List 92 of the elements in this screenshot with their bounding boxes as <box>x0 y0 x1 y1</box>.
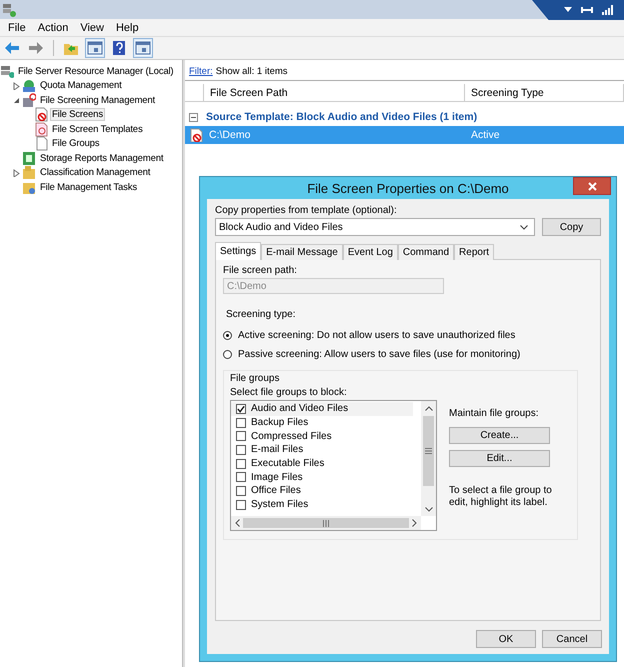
tab[interactable]: Command <box>398 244 454 260</box>
scroll-left-icon <box>235 519 240 527</box>
server-icon <box>0 64 14 79</box>
signal-icon <box>602 5 614 15</box>
tree-item[interactable]: File Screening Management <box>38 94 157 107</box>
dialog-button[interactable]: Cancel <box>542 630 602 648</box>
scroll-down-icon <box>424 507 432 512</box>
maintain-button[interactable]: Edit... <box>449 450 550 467</box>
group-box-title: File groups <box>230 373 280 384</box>
radio-button[interactable] <box>223 331 232 340</box>
column-header[interactable]: File Screen Path <box>204 84 465 101</box>
field-label: Maintain file groups: <box>449 408 540 419</box>
table-cell: Active <box>471 129 500 141</box>
collapse-toggle[interactable] <box>189 112 198 122</box>
caret-icon <box>564 7 572 13</box>
tree-item[interactable]: File Management Tasks <box>38 180 139 194</box>
close-button[interactable] <box>573 177 611 195</box>
tree-item[interactable]: File Server Resource Manager (Local) <box>16 64 176 78</box>
column-header[interactable]: Screening Type <box>465 84 624 101</box>
dropdown-caret-icon <box>520 224 528 230</box>
menu-item[interactable]: View <box>74 22 110 34</box>
menu-item[interactable]: File <box>2 22 32 34</box>
checkbox[interactable] <box>236 458 246 469</box>
pane-icon <box>135 40 151 56</box>
tab[interactable]: Settings <box>215 242 262 260</box>
toolbar-button[interactable] <box>85 38 105 58</box>
checkbox[interactable] <box>236 404 246 414</box>
close-icon <box>588 182 596 190</box>
list-item[interactable]: Executable Files <box>231 456 413 470</box>
page-icon <box>34 136 48 152</box>
folder-icon <box>22 165 36 180</box>
tab[interactable]: Event Log <box>342 244 398 260</box>
blocked-file-icon <box>189 128 203 142</box>
tree-item[interactable]: File Groups <box>50 137 102 150</box>
scroll-up-icon <box>424 406 432 411</box>
list-item[interactable]: Compressed Files <box>231 429 413 444</box>
list-item[interactable]: Office Files <box>231 484 413 498</box>
checkbox[interactable] <box>236 486 246 496</box>
back-arrow-icon <box>4 40 20 56</box>
pane-icon <box>87 40 103 56</box>
blocked-file-icon <box>34 107 48 122</box>
dialog-title: File Screen Properties on C:\Demo <box>307 180 509 196</box>
menu-item[interactable]: Help <box>110 22 145 34</box>
field-label: Select file groups to block: <box>230 387 348 398</box>
template-icon <box>34 122 48 137</box>
toolbar-button[interactable] <box>133 38 153 58</box>
tab[interactable]: Report <box>454 244 494 260</box>
list-item[interactable]: Image Files <box>231 470 413 484</box>
filter-text: Show all: 1 items <box>216 66 288 76</box>
tree-item[interactable]: Classification Management <box>38 166 152 180</box>
template-dropdown[interactable]: Block Audio and Video Files <box>215 218 535 236</box>
grip-icon <box>323 520 329 526</box>
checkbox[interactable] <box>236 418 246 428</box>
checkbox[interactable] <box>236 431 246 442</box>
help-icon <box>111 40 127 56</box>
radio-button[interactable] <box>223 350 232 359</box>
horizontal-scrollbar[interactable] <box>231 516 421 530</box>
list-item[interactable]: Audio and Video Files <box>231 402 413 416</box>
quota-icon <box>22 78 36 94</box>
table-cell-text: C:\Demo <box>209 129 252 141</box>
vertical-scrollbar[interactable] <box>421 401 436 516</box>
filter-link[interactable]: Filter: <box>189 66 213 76</box>
tree-item[interactable]: File Screen Templates <box>50 122 145 136</box>
menu-item[interactable]: Action <box>32 22 74 34</box>
tree-item[interactable]: File Screens <box>50 108 105 122</box>
group-header: Source Template: Block Audio and Video Files (1 item) <box>206 111 478 123</box>
tree-item[interactable]: Quota Management <box>38 79 124 92</box>
check-icon <box>237 404 245 413</box>
server-icon <box>2 2 16 16</box>
radio-label: Passive screening: Allow users to save files (use for monitoring) <box>238 349 520 360</box>
dialog-button[interactable]: OK <box>476 630 536 648</box>
forward-arrow-icon <box>28 40 44 56</box>
help-text: To select a file group to edit, highlight its label. <box>449 485 553 509</box>
report-icon <box>22 150 36 166</box>
checkbox[interactable] <box>236 444 246 455</box>
list-item[interactable]: Backup Files <box>231 416 413 430</box>
checkbox[interactable] <box>236 500 246 510</box>
field-label: Copy properties from template (optional): <box>215 205 398 216</box>
checkbox[interactable] <box>236 472 246 482</box>
minus-icon <box>189 112 198 122</box>
list-item[interactable]: E-mail Files <box>231 443 413 457</box>
radio-label: Active screening: Do not allow users to save unauthorized files <box>238 330 516 341</box>
tree-item[interactable]: Storage Reports Management <box>38 152 166 165</box>
field-label: File screen path: <box>223 265 298 276</box>
network-icon <box>581 5 593 15</box>
maintain-button[interactable]: Create... <box>449 427 550 444</box>
scroll-right-icon <box>412 519 417 527</box>
section-label: Screening type: <box>226 309 296 320</box>
copy-button[interactable]: Copy <box>542 218 601 236</box>
list-item[interactable]: System Files <box>231 498 413 512</box>
grip-icon <box>425 448 432 454</box>
tab[interactable]: E-mail Message <box>261 244 343 260</box>
